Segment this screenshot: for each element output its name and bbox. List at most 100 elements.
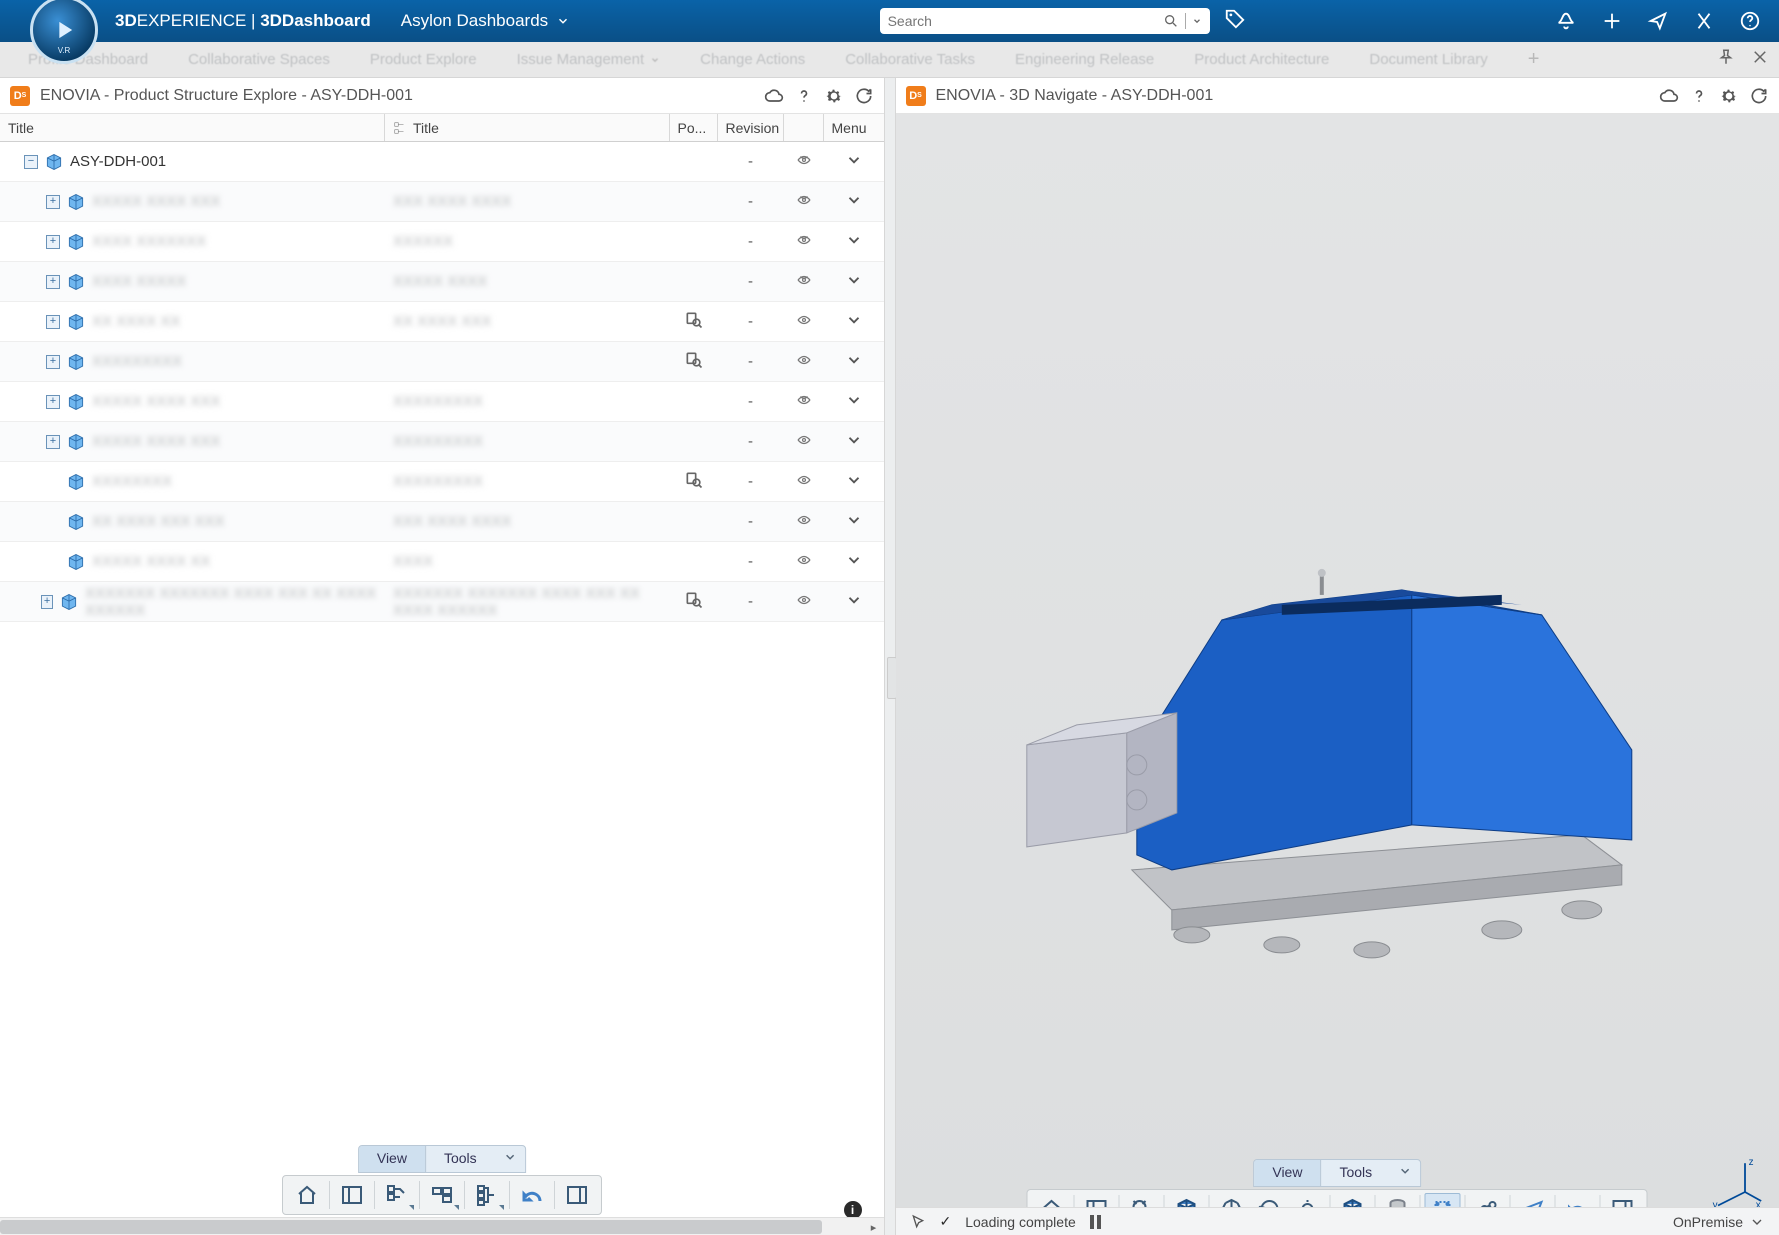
cloud-icon[interactable] [1659, 86, 1679, 106]
tab-doc-library[interactable]: Document Library [1369, 51, 1487, 68]
chevron-down-icon[interactable] [1192, 16, 1202, 26]
expander[interactable]: + [41, 595, 53, 609]
3d-viewport[interactable]: z x y [896, 114, 1779, 1235]
inspect-icon[interactable] [684, 470, 704, 494]
expander[interactable]: + [46, 275, 60, 289]
3d-model[interactable] [942, 454, 1702, 978]
gear-icon[interactable] [824, 86, 844, 106]
row-menu[interactable] [845, 311, 863, 333]
tab-collab-spaces[interactable]: Collaborative Spaces [188, 51, 330, 68]
expander[interactable]: + [46, 315, 60, 329]
search-icon[interactable] [1163, 13, 1179, 29]
search-input[interactable] [888, 13, 1157, 29]
expander[interactable]: + [46, 195, 60, 209]
visibility-icon[interactable] [794, 273, 814, 291]
row-menu[interactable] [845, 151, 863, 173]
table-row[interactable]: XXXXXXXX XXXXXXXXX - [0, 462, 884, 502]
visibility-icon[interactable] [794, 553, 814, 571]
tab-tools[interactable]: Tools [426, 1146, 495, 1172]
splitter[interactable] [884, 78, 896, 1235]
undo-button[interactable] [514, 1179, 550, 1211]
hierarchy-button[interactable] [469, 1179, 505, 1211]
tab-view[interactable]: View [1254, 1160, 1321, 1186]
expander[interactable]: + [46, 435, 60, 449]
help-icon[interactable] [1739, 10, 1761, 32]
pause-icon[interactable] [1090, 1215, 1101, 1229]
help-icon[interactable] [1689, 86, 1709, 106]
tag-icon[interactable] [1224, 8, 1246, 30]
col-po[interactable]: Po... [670, 114, 718, 141]
cursor-icon[interactable] [910, 1214, 926, 1230]
col-rev[interactable]: Revision [718, 114, 784, 141]
help-icon[interactable] [794, 86, 814, 106]
chevron-down-icon[interactable] [1749, 1214, 1765, 1230]
row-menu[interactable] [845, 551, 863, 573]
inspect-icon[interactable] [684, 310, 704, 334]
tab-view[interactable]: View [359, 1146, 426, 1172]
viewtabs-chevron[interactable] [495, 1146, 525, 1172]
inspect-icon[interactable] [684, 350, 704, 374]
table-row[interactable]: XX XXXX XXX XXX XXX XXXX XXXX - [0, 502, 884, 542]
tab-issue-management[interactable]: Issue Management [517, 51, 661, 68]
table-row[interactable]: −ASY-DDH-001 - [0, 142, 884, 182]
row-menu[interactable] [845, 471, 863, 493]
hscrollbar[interactable]: ▸ [0, 1217, 884, 1235]
table-row[interactable]: XXXXX XXXX XX XXXX - [0, 542, 884, 582]
tab-change-actions[interactable]: Change Actions [700, 51, 805, 68]
table-row[interactable]: +XXXXXXXXX - [0, 342, 884, 382]
visibility-icon[interactable] [794, 153, 814, 171]
search-box[interactable] [880, 8, 1210, 34]
add-icon[interactable] [1601, 10, 1623, 32]
table-row[interactable]: +XXXXX XXXX XXX XXX XXXX XXXX - [0, 182, 884, 222]
row-menu[interactable] [845, 431, 863, 453]
row-menu[interactable] [845, 351, 863, 373]
compass-button[interactable]: V.R [30, 0, 98, 64]
row-menu[interactable] [845, 391, 863, 413]
col-menu[interactable]: Menu [824, 114, 884, 141]
visibility-icon[interactable] [794, 473, 814, 491]
visibility-icon[interactable] [794, 353, 814, 371]
sidebar-toggle-button[interactable] [334, 1179, 370, 1211]
tab-product-explore[interactable]: Product Explore [370, 51, 477, 68]
col-title2[interactable]: Title [385, 114, 670, 141]
table-row[interactable]: +XXXXXXX XXXXXXX XXXX XXX XX XXXX XXXXXX… [0, 582, 884, 622]
row-menu[interactable] [845, 191, 863, 213]
table-row[interactable]: +XX XXXX XX XX XXXX XXX - [0, 302, 884, 342]
row-menu[interactable] [845, 271, 863, 293]
tab-product-arch[interactable]: Product Architecture [1194, 51, 1329, 68]
table-row[interactable]: +XXXXX XXXX XXX XXXXXXXXX - [0, 422, 884, 462]
visibility-icon[interactable] [794, 513, 814, 531]
table-row[interactable]: +XXXX XXXXXXX XXXXXX - [0, 222, 884, 262]
tree-select-button[interactable] [379, 1179, 415, 1211]
expander[interactable]: − [24, 155, 38, 169]
inspect-icon[interactable] [684, 590, 704, 614]
table-row[interactable]: +XXXX XXXXX XXXXX XXXX - [0, 262, 884, 302]
tab-eng-release[interactable]: Engineering Release [1015, 51, 1154, 68]
row-menu[interactable] [845, 231, 863, 253]
expander[interactable]: + [46, 235, 60, 249]
visibility-icon[interactable] [794, 193, 814, 211]
table-row[interactable]: +XXXXX XXXX XXX XXXXXXXXX - [0, 382, 884, 422]
refresh-icon[interactable] [1749, 86, 1769, 106]
tab-collab-tasks[interactable]: Collaborative Tasks [845, 51, 975, 68]
tab-tools[interactable]: Tools [1321, 1160, 1390, 1186]
notification-icon[interactable] [1555, 10, 1577, 32]
share-icon[interactable] [1647, 10, 1669, 32]
expander[interactable]: + [46, 355, 60, 369]
col-title1[interactable]: Title [0, 114, 385, 141]
panel-button[interactable] [559, 1179, 595, 1211]
gear-icon[interactable] [1719, 86, 1739, 106]
row-menu[interactable] [845, 511, 863, 533]
visibility-icon[interactable] [794, 393, 814, 411]
home-button[interactable] [289, 1179, 325, 1211]
visibility-icon[interactable] [794, 233, 814, 251]
visibility-icon[interactable] [794, 593, 814, 611]
expander[interactable]: + [46, 395, 60, 409]
community-icon[interactable] [1693, 10, 1715, 32]
row-menu[interactable] [845, 591, 863, 613]
cloud-icon[interactable] [764, 86, 784, 106]
viewtabs-chevron[interactable] [1390, 1160, 1420, 1186]
visibility-icon[interactable] [794, 313, 814, 331]
close-icon[interactable] [1751, 48, 1769, 66]
layout-button[interactable] [424, 1179, 460, 1211]
